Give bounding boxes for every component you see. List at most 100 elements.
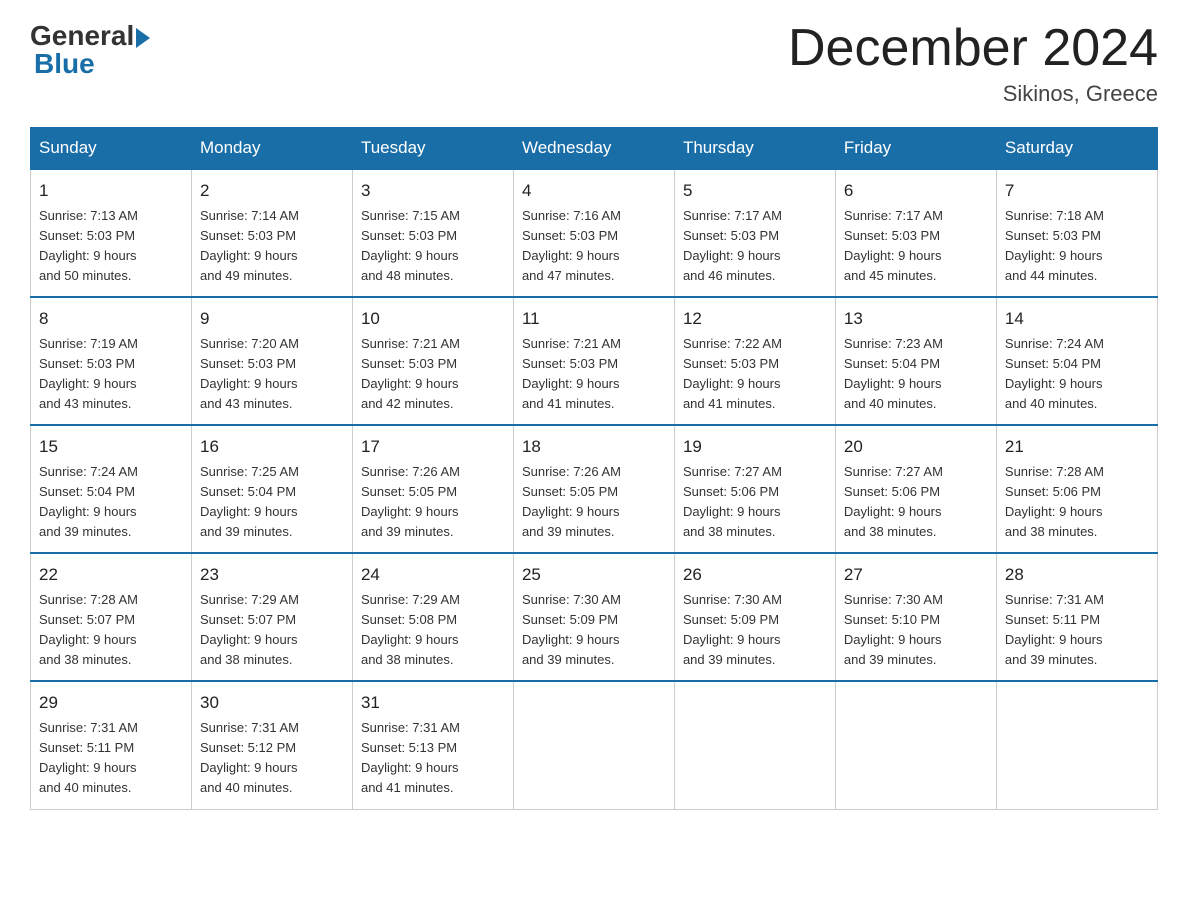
day-info: Sunrise: 7:13 AMSunset: 5:03 PMDaylight:… [39, 206, 183, 287]
day-info: Sunrise: 7:21 AMSunset: 5:03 PMDaylight:… [361, 334, 505, 415]
calendar-cell: 19Sunrise: 7:27 AMSunset: 5:06 PMDayligh… [674, 425, 835, 553]
day-number: 21 [1005, 434, 1149, 460]
week-row-2: 8Sunrise: 7:19 AMSunset: 5:03 PMDaylight… [31, 297, 1158, 425]
calendar-cell: 9Sunrise: 7:20 AMSunset: 5:03 PMDaylight… [191, 297, 352, 425]
calendar-cell: 30Sunrise: 7:31 AMSunset: 5:12 PMDayligh… [191, 681, 352, 809]
day-number: 12 [683, 306, 827, 332]
day-info: Sunrise: 7:25 AMSunset: 5:04 PMDaylight:… [200, 462, 344, 543]
day-info: Sunrise: 7:21 AMSunset: 5:03 PMDaylight:… [522, 334, 666, 415]
logo: General Blue [30, 20, 150, 80]
day-number: 14 [1005, 306, 1149, 332]
day-number: 17 [361, 434, 505, 460]
week-row-3: 15Sunrise: 7:24 AMSunset: 5:04 PMDayligh… [31, 425, 1158, 553]
calendar-cell: 11Sunrise: 7:21 AMSunset: 5:03 PMDayligh… [513, 297, 674, 425]
logo-blue-text: Blue [34, 48, 95, 80]
day-number: 3 [361, 178, 505, 204]
calendar-cell: 16Sunrise: 7:25 AMSunset: 5:04 PMDayligh… [191, 425, 352, 553]
day-info: Sunrise: 7:19 AMSunset: 5:03 PMDaylight:… [39, 334, 183, 415]
calendar-cell: 14Sunrise: 7:24 AMSunset: 5:04 PMDayligh… [996, 297, 1157, 425]
day-info: Sunrise: 7:27 AMSunset: 5:06 PMDaylight:… [683, 462, 827, 543]
col-header-sunday: Sunday [31, 128, 192, 170]
day-info: Sunrise: 7:20 AMSunset: 5:03 PMDaylight:… [200, 334, 344, 415]
calendar-cell: 7Sunrise: 7:18 AMSunset: 5:03 PMDaylight… [996, 169, 1157, 297]
day-info: Sunrise: 7:27 AMSunset: 5:06 PMDaylight:… [844, 462, 988, 543]
day-number: 4 [522, 178, 666, 204]
calendar-cell: 12Sunrise: 7:22 AMSunset: 5:03 PMDayligh… [674, 297, 835, 425]
calendar-cell: 17Sunrise: 7:26 AMSunset: 5:05 PMDayligh… [352, 425, 513, 553]
day-info: Sunrise: 7:28 AMSunset: 5:07 PMDaylight:… [39, 590, 183, 671]
day-info: Sunrise: 7:23 AMSunset: 5:04 PMDaylight:… [844, 334, 988, 415]
day-number: 29 [39, 690, 183, 716]
calendar-cell: 23Sunrise: 7:29 AMSunset: 5:07 PMDayligh… [191, 553, 352, 681]
day-number: 30 [200, 690, 344, 716]
day-info: Sunrise: 7:14 AMSunset: 5:03 PMDaylight:… [200, 206, 344, 287]
calendar-cell: 28Sunrise: 7:31 AMSunset: 5:11 PMDayligh… [996, 553, 1157, 681]
calendar-cell: 26Sunrise: 7:30 AMSunset: 5:09 PMDayligh… [674, 553, 835, 681]
calendar-cell [835, 681, 996, 809]
page-header: General Blue December 2024 Sikinos, Gree… [30, 20, 1158, 107]
day-info: Sunrise: 7:17 AMSunset: 5:03 PMDaylight:… [683, 206, 827, 287]
day-info: Sunrise: 7:24 AMSunset: 5:04 PMDaylight:… [1005, 334, 1149, 415]
calendar-cell: 1Sunrise: 7:13 AMSunset: 5:03 PMDaylight… [31, 169, 192, 297]
col-header-tuesday: Tuesday [352, 128, 513, 170]
day-info: Sunrise: 7:31 AMSunset: 5:13 PMDaylight:… [361, 718, 505, 799]
day-info: Sunrise: 7:28 AMSunset: 5:06 PMDaylight:… [1005, 462, 1149, 543]
col-header-monday: Monday [191, 128, 352, 170]
day-number: 6 [844, 178, 988, 204]
calendar-cell: 15Sunrise: 7:24 AMSunset: 5:04 PMDayligh… [31, 425, 192, 553]
day-number: 25 [522, 562, 666, 588]
day-info: Sunrise: 7:30 AMSunset: 5:09 PMDaylight:… [683, 590, 827, 671]
calendar-cell: 24Sunrise: 7:29 AMSunset: 5:08 PMDayligh… [352, 553, 513, 681]
day-info: Sunrise: 7:29 AMSunset: 5:08 PMDaylight:… [361, 590, 505, 671]
col-header-friday: Friday [835, 128, 996, 170]
day-info: Sunrise: 7:15 AMSunset: 5:03 PMDaylight:… [361, 206, 505, 287]
day-number: 19 [683, 434, 827, 460]
day-number: 16 [200, 434, 344, 460]
calendar-cell [674, 681, 835, 809]
calendar-cell: 2Sunrise: 7:14 AMSunset: 5:03 PMDaylight… [191, 169, 352, 297]
calendar-cell: 21Sunrise: 7:28 AMSunset: 5:06 PMDayligh… [996, 425, 1157, 553]
day-info: Sunrise: 7:26 AMSunset: 5:05 PMDaylight:… [361, 462, 505, 543]
col-header-wednesday: Wednesday [513, 128, 674, 170]
day-number: 9 [200, 306, 344, 332]
calendar-cell: 18Sunrise: 7:26 AMSunset: 5:05 PMDayligh… [513, 425, 674, 553]
calendar-cell [996, 681, 1157, 809]
calendar-cell: 22Sunrise: 7:28 AMSunset: 5:07 PMDayligh… [31, 553, 192, 681]
day-info: Sunrise: 7:26 AMSunset: 5:05 PMDaylight:… [522, 462, 666, 543]
calendar-cell: 31Sunrise: 7:31 AMSunset: 5:13 PMDayligh… [352, 681, 513, 809]
col-header-thursday: Thursday [674, 128, 835, 170]
day-number: 26 [683, 562, 827, 588]
day-number: 7 [1005, 178, 1149, 204]
day-number: 22 [39, 562, 183, 588]
week-row-1: 1Sunrise: 7:13 AMSunset: 5:03 PMDaylight… [31, 169, 1158, 297]
calendar-cell: 29Sunrise: 7:31 AMSunset: 5:11 PMDayligh… [31, 681, 192, 809]
calendar-cell: 5Sunrise: 7:17 AMSunset: 5:03 PMDaylight… [674, 169, 835, 297]
day-info: Sunrise: 7:18 AMSunset: 5:03 PMDaylight:… [1005, 206, 1149, 287]
day-number: 31 [361, 690, 505, 716]
day-info: Sunrise: 7:16 AMSunset: 5:03 PMDaylight:… [522, 206, 666, 287]
day-number: 15 [39, 434, 183, 460]
day-info: Sunrise: 7:22 AMSunset: 5:03 PMDaylight:… [683, 334, 827, 415]
calendar-cell: 3Sunrise: 7:15 AMSunset: 5:03 PMDaylight… [352, 169, 513, 297]
title-section: December 2024 Sikinos, Greece [788, 20, 1158, 107]
day-number: 8 [39, 306, 183, 332]
day-number: 2 [200, 178, 344, 204]
calendar-cell: 27Sunrise: 7:30 AMSunset: 5:10 PMDayligh… [835, 553, 996, 681]
day-number: 1 [39, 178, 183, 204]
calendar-cell: 13Sunrise: 7:23 AMSunset: 5:04 PMDayligh… [835, 297, 996, 425]
day-number: 18 [522, 434, 666, 460]
day-info: Sunrise: 7:31 AMSunset: 5:11 PMDaylight:… [1005, 590, 1149, 671]
day-number: 10 [361, 306, 505, 332]
calendar-cell: 6Sunrise: 7:17 AMSunset: 5:03 PMDaylight… [835, 169, 996, 297]
day-info: Sunrise: 7:24 AMSunset: 5:04 PMDaylight:… [39, 462, 183, 543]
day-info: Sunrise: 7:30 AMSunset: 5:09 PMDaylight:… [522, 590, 666, 671]
calendar-cell [513, 681, 674, 809]
calendar-cell: 10Sunrise: 7:21 AMSunset: 5:03 PMDayligh… [352, 297, 513, 425]
day-number: 27 [844, 562, 988, 588]
day-info: Sunrise: 7:31 AMSunset: 5:12 PMDaylight:… [200, 718, 344, 799]
location-title: Sikinos, Greece [788, 81, 1158, 107]
day-number: 5 [683, 178, 827, 204]
day-number: 20 [844, 434, 988, 460]
day-info: Sunrise: 7:30 AMSunset: 5:10 PMDaylight:… [844, 590, 988, 671]
calendar-table: SundayMondayTuesdayWednesdayThursdayFrid… [30, 127, 1158, 809]
